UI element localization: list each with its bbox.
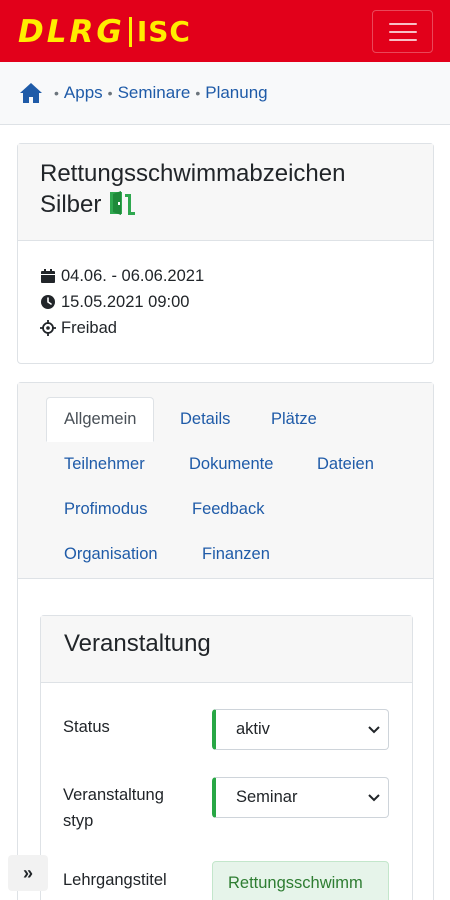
tab-feedback[interactable]: Feedback [192, 500, 264, 519]
tab-details[interactable]: Details [180, 410, 230, 429]
logo-text: DLRG [18, 14, 125, 50]
tab-allgemein[interactable]: Allgemein [46, 397, 155, 442]
hamburger-icon [388, 22, 417, 25]
event-meta: 04.06. - 06.06.2021 15.05.2021 09:00 Fre… [18, 241, 433, 341]
menu-toggle-button[interactable] [372, 10, 433, 53]
type-select[interactable]: Seminar [212, 777, 389, 818]
event-header: Rettungsschwimmabzeichen Silber [18, 144, 433, 241]
tab-profimodus[interactable]: Profimodus [64, 500, 147, 519]
tab-plaetze[interactable]: Plätze [271, 410, 317, 429]
chevron-down-icon [368, 794, 380, 802]
crosshair-icon [40, 320, 56, 336]
tab-organisation[interactable]: Organisation [64, 545, 158, 564]
event-date: 04.06. - 06.06.2021 [61, 267, 205, 285]
logo-subtext: ISC [136, 15, 191, 48]
breadcrumb-seminare[interactable]: Seminare [118, 83, 191, 103]
course-title-input[interactable]: Rettungsschwimm [212, 861, 389, 900]
dlrg-logo[interactable]: DLRG ISC [18, 14, 191, 50]
tab-dateien[interactable]: Dateien [317, 455, 374, 474]
breadcrumb-planung[interactable]: Planung [205, 83, 267, 103]
tab-bar: Allgemein Details Plätze Teilnehmer Doku… [18, 383, 433, 579]
section-title: Veranstaltung [41, 616, 412, 683]
event-deadline: 15.05.2021 09:00 [61, 293, 190, 311]
status-value: aktiv [236, 720, 270, 738]
course-title-label: Lehrgangstitel [63, 871, 167, 889]
calendar-icon [41, 269, 55, 283]
event-title: Rettungsschwimmabzeichen Silber [40, 160, 346, 218]
top-navbar: DLRG ISC [0, 0, 450, 62]
tab-dokumente[interactable]: Dokumente [189, 455, 273, 474]
veranstaltung-panel: Veranstaltung Status aktiv Veranstaltung… [40, 615, 413, 900]
tab-finanzen[interactable]: Finanzen [202, 545, 270, 564]
breadcrumb: • Apps • Seminare • Planung [0, 62, 450, 125]
event-detail-card: Allgemein Details Plätze Teilnehmer Doku… [17, 382, 434, 900]
event-deadline-row: 15.05.2021 09:00 [40, 289, 433, 315]
type-value: Seminar [236, 788, 298, 806]
event-location: Freibad [61, 319, 117, 337]
home-icon[interactable] [19, 82, 43, 104]
status-label: Status [63, 718, 110, 736]
status-select[interactable]: aktiv [212, 709, 389, 750]
chevron-down-icon [368, 726, 380, 734]
clock-icon [41, 295, 55, 309]
logo-divider [128, 17, 132, 47]
event-location-row: Freibad [40, 315, 433, 341]
tab-teilnehmer[interactable]: Teilnehmer [64, 455, 145, 474]
sidebar-expand-button[interactable]: » [8, 855, 48, 891]
event-summary-card: Rettungsschwimmabzeichen Silber 04.06. -… [17, 143, 434, 364]
event-date-row: 04.06. - 06.06.2021 [40, 263, 433, 289]
door-open-icon [110, 191, 136, 215]
breadcrumb-apps[interactable]: Apps [64, 83, 103, 103]
type-label: Veranstaltung styp [63, 786, 164, 830]
